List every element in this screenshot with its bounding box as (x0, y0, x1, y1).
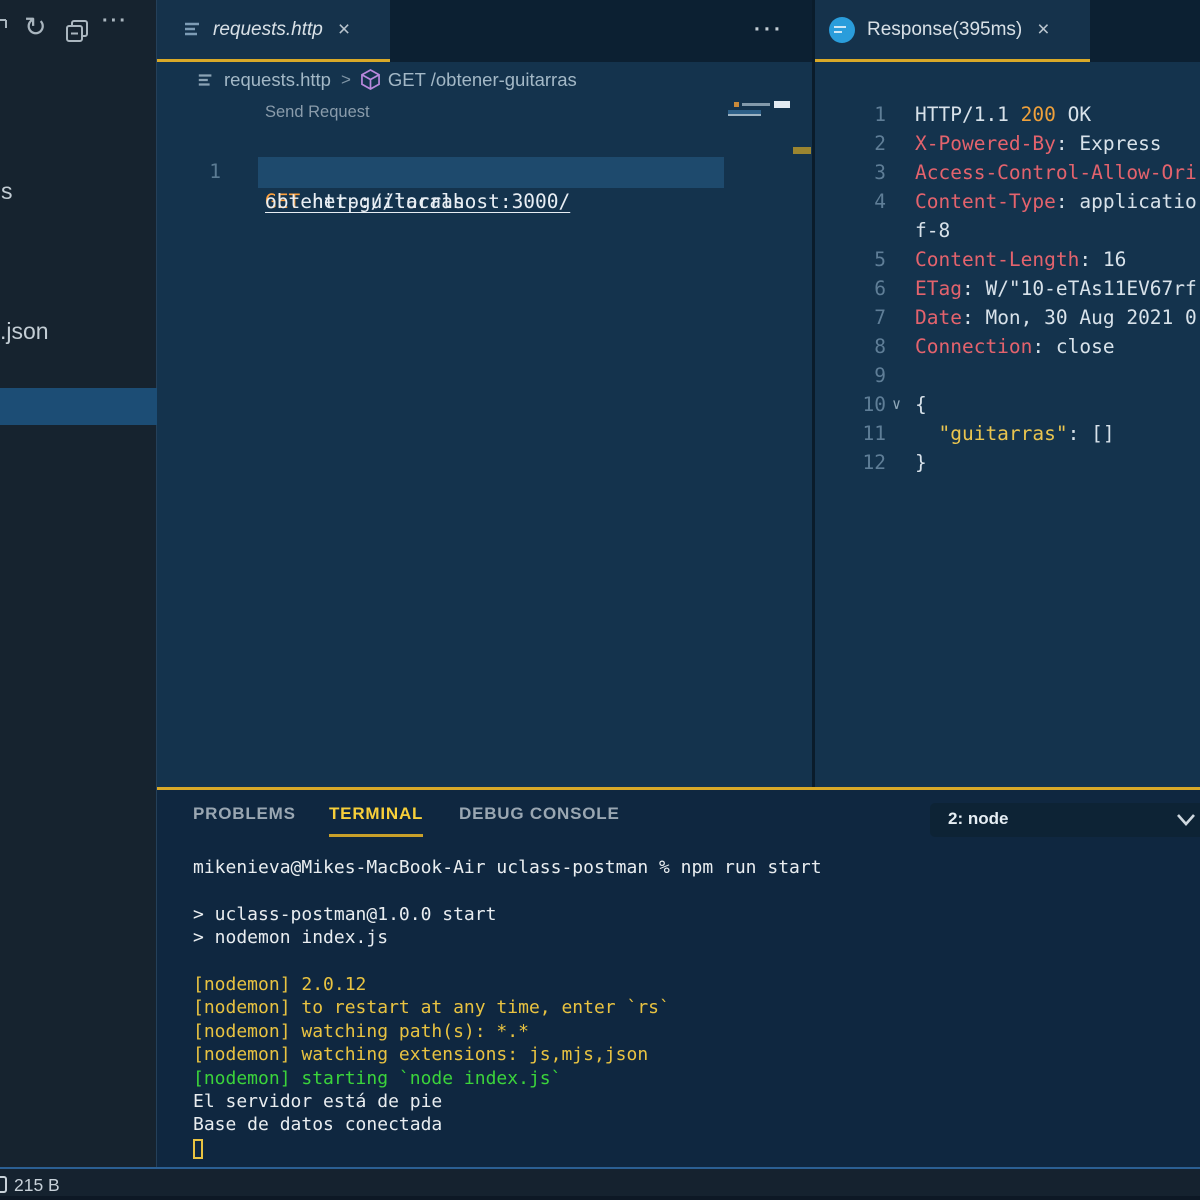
http-file-icon (183, 20, 203, 40)
terminal-cursor (193, 1139, 203, 1159)
tab-label: Response(395ms) (867, 19, 1022, 41)
response-editor[interactable]: 1 HTTP/1.1 200 OK 2 X-Powered-By: Express 3A… (815, 62, 1200, 787)
code-line-wrap: obtener-guitarras (157, 157, 812, 187)
tab-requests-http[interactable]: requests.http × (157, 0, 390, 62)
response-code-text: } (915, 448, 927, 477)
breadcrumb: requests.http > GET /obtener-guitarras (157, 62, 812, 97)
response-line: 9 (815, 361, 1200, 390)
terminal-line: [nodemon] starting `node index.js` (193, 1067, 1193, 1090)
terminal-line: [nodemon] watching path(s): *.* (193, 1020, 1193, 1043)
response-line: f-8 (815, 216, 1200, 245)
line-number: 1 (815, 100, 886, 129)
response-line: 12} (815, 448, 1200, 477)
refresh-icon[interactable]: ↻ (24, 14, 47, 41)
response-line: 2 X-Powered-By: Express (815, 129, 1200, 158)
http-file-icon (197, 71, 215, 89)
response-code-text: f-8 (915, 216, 950, 245)
response-code-text: "guitarras": [] (915, 419, 1115, 448)
terminal-line (193, 950, 1193, 973)
terminal-line: El servidor está de pie (193, 1090, 1193, 1113)
response-code-text: ETag: W/"10-eTAs11EV67rf (915, 274, 1197, 303)
editor-group-response: Response(395ms) × 1 HTTP/1.1 200 OK 2 X-Pow… (815, 0, 1200, 787)
breadcrumb-file[interactable]: requests.http (224, 69, 331, 91)
line-number: 10 (815, 390, 886, 419)
response-code-text: Connection: close (915, 332, 1115, 361)
new-file-icon[interactable] (0, 18, 10, 42)
response-code-text: Date: Mon, 30 Aug 2021 0 (915, 303, 1197, 332)
close-icon[interactable]: × (338, 19, 350, 40)
line-number: 6 (815, 274, 886, 303)
terminal-selector-dropdown[interactable]: 2: node (930, 803, 1200, 837)
response-code-text: { (915, 390, 927, 419)
line-number: 8 (815, 332, 886, 361)
tab-strip: Response(395ms) × (815, 0, 1200, 62)
minimap[interactable] (728, 97, 792, 787)
response-line: 10∨ { (815, 390, 1200, 419)
editor-group-requests: requests.http × ··· requests.http > GET … (157, 0, 812, 787)
terminal-line: mikenieva@Mikes-MacBook-Air uclass-postm… (193, 856, 1193, 879)
tab-debug-console[interactable]: DEBUG CONSOLE (459, 804, 620, 837)
response-line: 1 HTTP/1.1 200 OK (815, 100, 1200, 129)
bottom-panel: PROBLEMS TERMINAL DEBUG CONSOLE 2: node … (157, 790, 1200, 1167)
tab-label: requests.http (213, 19, 323, 41)
response-line: 11 "guitarras": [] (815, 419, 1200, 448)
breadcrumb-symbol[interactable]: GET /obtener-guitarras (388, 69, 577, 91)
terminal-line: > uclass-postman@1.0.0 start (193, 903, 1193, 926)
response-line: 7 Date: Mon, 30 Aug 2021 0 (815, 303, 1200, 332)
terminal-line: Base de datos conectada (193, 1113, 1193, 1136)
terminal-line (193, 879, 1193, 902)
explorer-sidebar: ↻ ··· s .json (0, 0, 157, 1167)
request-symbol-icon (361, 69, 380, 90)
line-number: 9 (815, 361, 886, 390)
response-line: 3 Access-Control-Allow-Ori (815, 158, 1200, 187)
line-number: 4 (815, 187, 886, 216)
line-number: 2 (815, 129, 886, 158)
file-item-fragment[interactable]: s (1, 178, 13, 205)
window-bottom-edge (0, 1196, 1200, 1200)
line-number: 5 (815, 245, 886, 274)
response-code-text: Content-Type: applicatio (915, 187, 1197, 216)
line-number: 7 (815, 303, 886, 332)
file-item-fragment[interactable]: .json (0, 318, 49, 345)
vscode-window: ↻ ··· s .json requests.http (0, 0, 1200, 1200)
file-size-status[interactable]: 215 B (14, 1175, 60, 1196)
request-url-link[interactable]: obtener-guitarras (265, 190, 465, 213)
close-icon[interactable]: × (1037, 19, 1049, 40)
collapse-folders-icon[interactable] (64, 18, 90, 44)
line-number: 3 (815, 158, 886, 187)
terminal-line: [nodemon] to restart at any time, enter … (193, 996, 1193, 1019)
response-code-text: HTTP/1.1 200 OK (915, 100, 1091, 129)
tab-problems[interactable]: PROBLEMS (193, 804, 296, 837)
editor-requests-http[interactable]: Send Request 1 GET http://localhost:3000… (157, 97, 812, 787)
status-icon-fragment (0, 1176, 7, 1193)
terminal-line: [nodemon] watching extensions: js,mjs,js… (193, 1043, 1193, 1066)
response-line: 6 ETag: W/"10-eTAs11EV67rf (815, 274, 1200, 303)
code-line: 1 GET http://localhost:3000/ (157, 127, 812, 157)
response-line: 8 Connection: close (815, 332, 1200, 361)
overview-ruler-mark[interactable] (793, 147, 811, 154)
rest-client-response-icon (829, 17, 855, 43)
terminal-output[interactable]: mikenieva@Mikes-MacBook-Air uclass-postm… (193, 856, 1193, 1159)
tab-terminal[interactable]: TERMINAL (329, 804, 423, 837)
tab-response[interactable]: Response(395ms) × (815, 0, 1090, 62)
terminal-line: > nodemon index.js (193, 926, 1193, 949)
send-request-codelens[interactable]: Send Request (265, 103, 370, 122)
terminal-line: [nodemon] 2.0.12 (193, 973, 1193, 996)
more-actions-icon[interactable]: ··· (102, 10, 128, 33)
response-code-text: Content-Length: 16 (915, 245, 1126, 274)
response-line: 4 Content-Type: applicatio (815, 187, 1200, 216)
tab-strip: requests.http × ··· (157, 0, 812, 62)
response-line: 5 Content-Length: 16 (815, 245, 1200, 274)
chevron-down-icon (1176, 813, 1196, 827)
chevron-right-icon: > (341, 70, 351, 90)
terminal-selector-value: 2: node (948, 809, 1008, 829)
selected-file-row[interactable] (0, 388, 157, 425)
fold-chevron-icon[interactable]: ∨ (892, 390, 901, 419)
line-number: 11 (815, 419, 886, 448)
line-number: 12 (815, 448, 886, 477)
response-code-text: Access-Control-Allow-Ori (915, 158, 1197, 187)
editor-more-actions-icon[interactable]: ··· (754, 18, 784, 42)
response-code-text: X-Powered-By: Express (915, 129, 1162, 158)
explorer-actions: ↻ ··· (0, 14, 157, 54)
